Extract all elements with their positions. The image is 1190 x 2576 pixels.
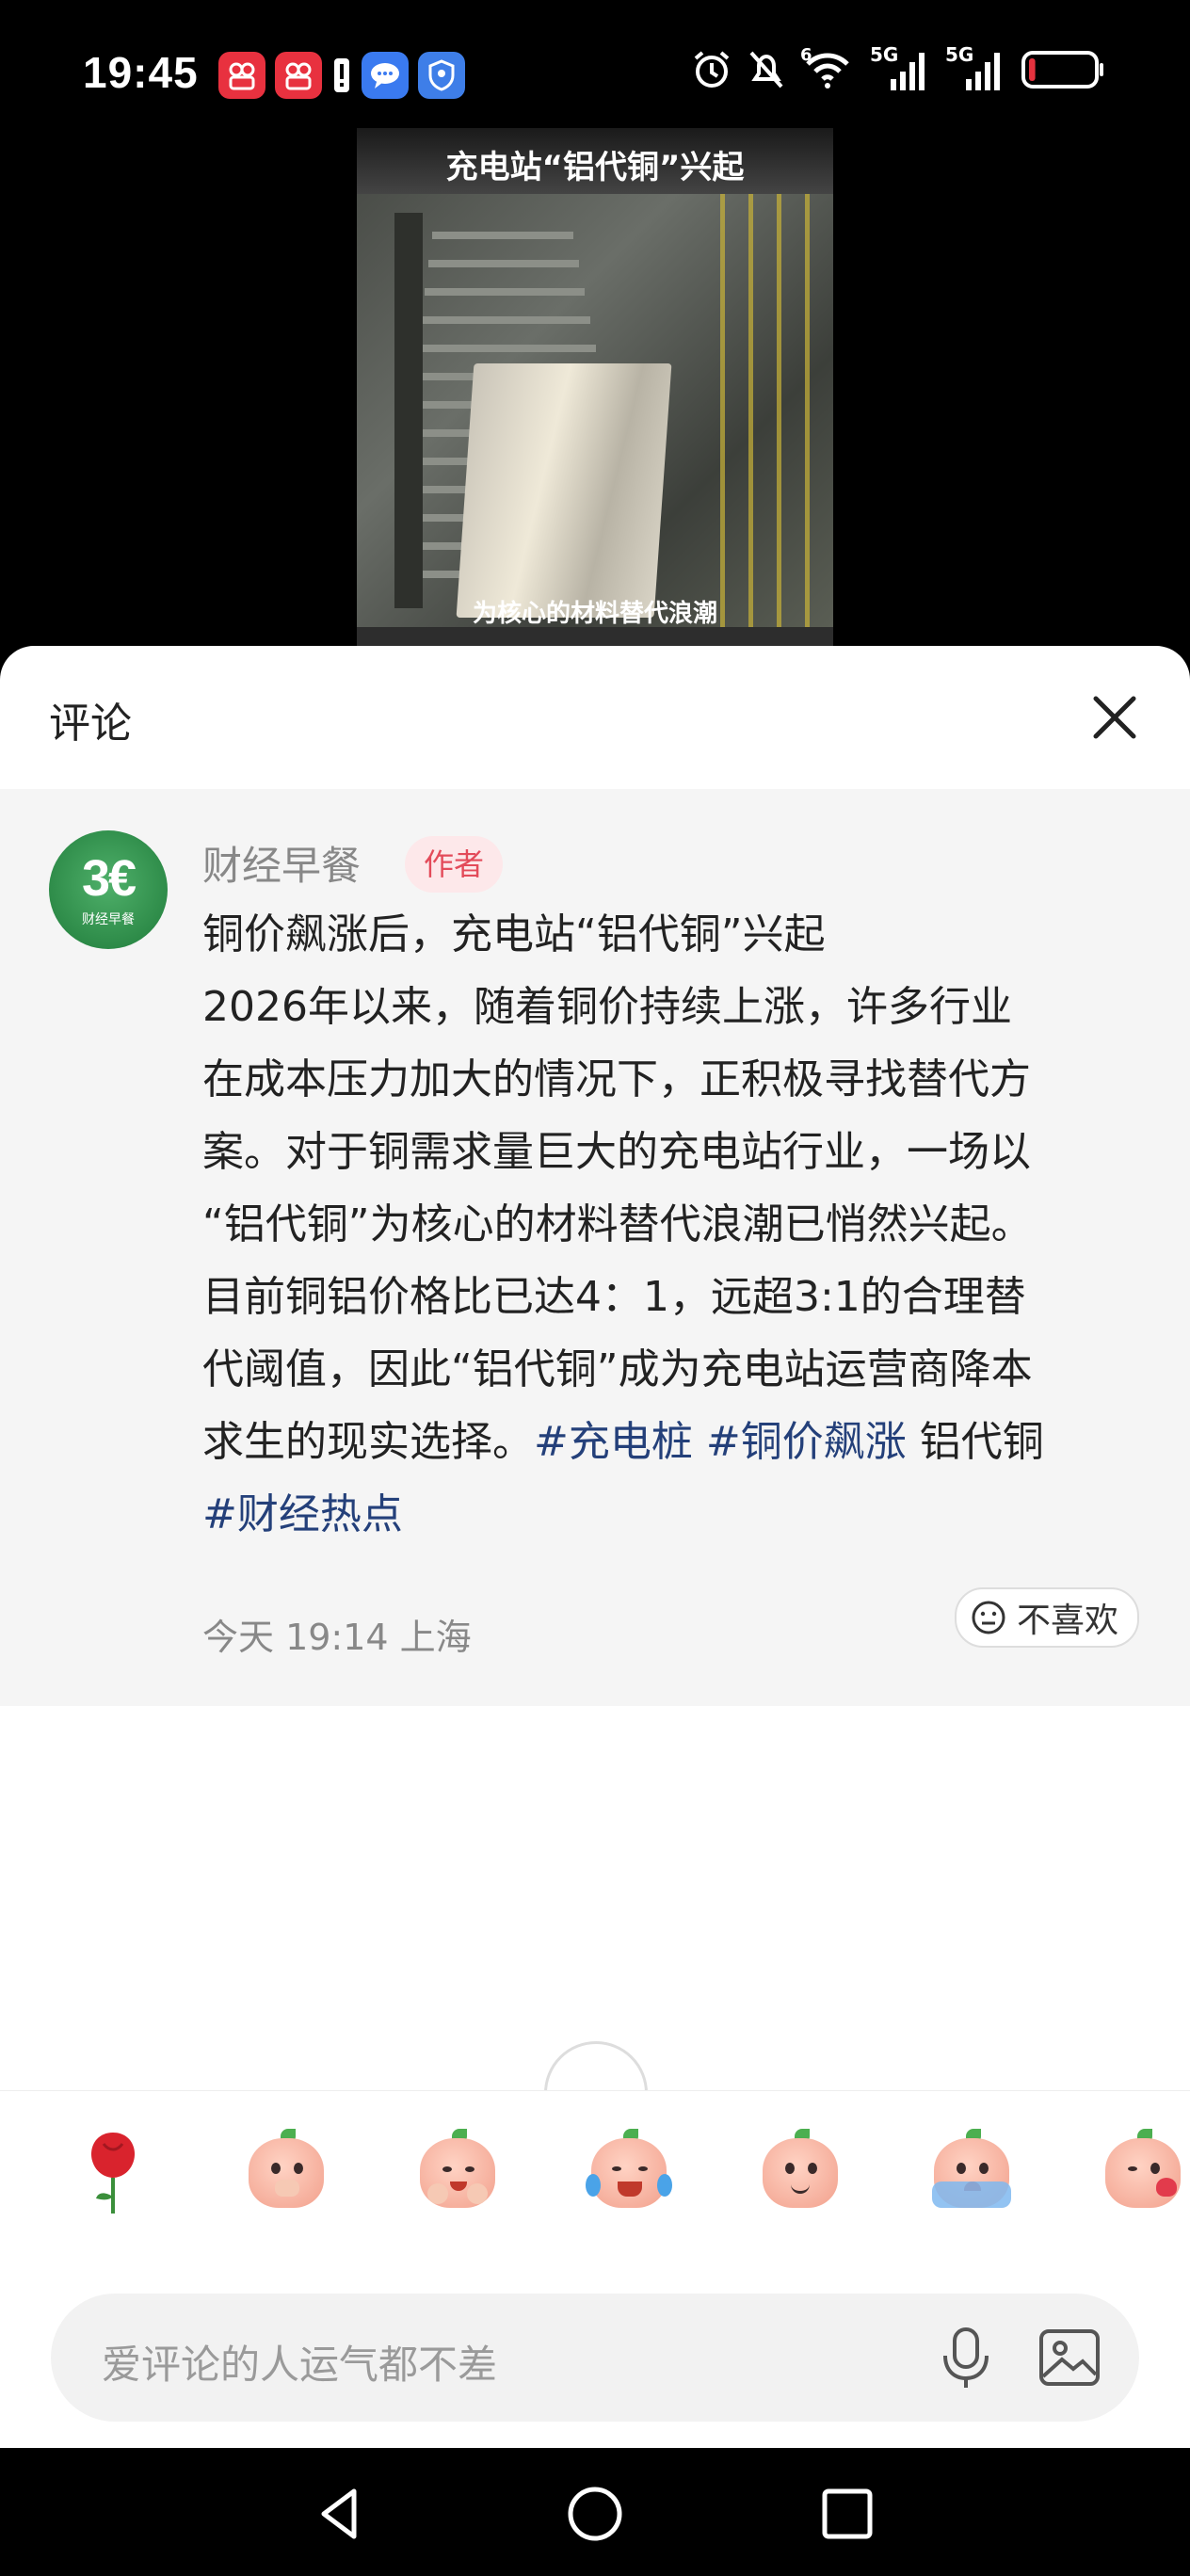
recents-icon[interactable] xyxy=(817,2484,877,2544)
signal-5g-icon: 5G xyxy=(870,43,930,90)
smiling-emoji[interactable] xyxy=(757,2125,844,2212)
video-frame xyxy=(357,194,833,627)
dislike-button[interactable]: 不喜欢 xyxy=(954,1587,1139,1648)
covering-mouth-emoji[interactable] xyxy=(243,2125,330,2212)
image-icon[interactable] xyxy=(1030,2318,1109,2397)
comment-input-placeholder: 爱评论的人运气都不差 xyxy=(102,2342,498,2388)
alarm-icon xyxy=(694,51,730,88)
safety-rail xyxy=(720,194,833,627)
close-icon[interactable] xyxy=(1086,689,1143,746)
rose-icon[interactable] xyxy=(75,2123,151,2217)
hashtag-link[interactable]: #充电桩 xyxy=(534,1418,693,1466)
comment-line: 案。对于铜需求量巨大的充电站行业，一场以 xyxy=(202,1128,1031,1176)
comment-line: “铝代铜”为核心的材料替代浪潮已悄然兴起。 xyxy=(202,1200,1033,1248)
comment-line: 在成本压力加大的情况下，正积极寻找替代方 xyxy=(202,1055,1031,1103)
comment-line: 代阈值，因此“铝代铜”成为充电站运营商降本 xyxy=(202,1345,1033,1393)
wifi-label: 6 xyxy=(800,45,812,65)
video-player[interactable]: 充电站“铝代铜”兴起 为核心的材料替代浪潮 xyxy=(357,128,833,646)
comment-item: 3€ 财经早餐 财经早餐 作者 铜价飙涨后，充电站“铝代铜”兴起 2026年以来… xyxy=(0,789,1190,1706)
system-navigation-bar xyxy=(0,2448,1190,2576)
signal-label-2: 5G xyxy=(945,43,974,66)
kiss-emoji[interactable] xyxy=(1100,2125,1186,2212)
comments-header: 评论 xyxy=(0,646,1190,789)
comment-line: 目前铜铝价格比已达4：1，远超3:1的合理替 xyxy=(202,1273,1026,1321)
avatar[interactable]: 3€ 财经早餐 xyxy=(49,830,168,949)
crying-emoji[interactable] xyxy=(928,2125,1015,2212)
comment-line: 求生的现实选择。#充电桩 #铜价飙涨 铝代铜 xyxy=(202,1406,1153,1478)
battery-low-icon xyxy=(1021,51,1103,89)
status-time: 19:45 xyxy=(83,48,199,97)
avatar-logo: 3€ xyxy=(81,850,137,907)
comment-input[interactable]: 爱评论的人运气都不差 xyxy=(51,2294,1139,2422)
mic-icon[interactable] xyxy=(926,2318,1005,2397)
aluminum-slab xyxy=(456,363,672,618)
author-name[interactable]: 财经早餐 xyxy=(202,834,361,892)
clapping-emoji[interactable] xyxy=(414,2125,501,2212)
author-badge: 作者 xyxy=(405,836,504,893)
signal-5g-icon: 5G xyxy=(945,43,1005,90)
plain-tag: 铝代铜 xyxy=(919,1418,1044,1466)
video-title: 充电站“铝代铜”兴起 xyxy=(445,149,745,186)
comment-line: #财经热点 xyxy=(202,1478,1153,1551)
comment-time-location: 今天 19:14 上海 xyxy=(202,1617,472,1658)
dislike-label: 不喜欢 xyxy=(1016,1602,1118,1640)
video-title-bar: 充电站“铝代铜”兴起 xyxy=(357,128,833,194)
signal-label-1: 5G xyxy=(870,43,899,66)
emoji-bar xyxy=(0,2090,1190,2247)
mute-icon xyxy=(749,51,783,89)
hashtag-link[interactable]: #铜价飙涨 xyxy=(706,1418,907,1466)
hashtag-link[interactable]: #财经热点 xyxy=(202,1490,403,1538)
kuaishou-icon xyxy=(275,52,322,99)
message-icon xyxy=(362,52,409,99)
video-subtitle: 为核心的材料替代浪潮 xyxy=(472,600,717,628)
notification-icons xyxy=(218,52,465,99)
wifi-icon: 6 xyxy=(800,45,855,90)
comment-text: 铜价飙涨后，充电站“铝代铜”兴起 2026年以来，随着铜价持续上涨，许多行业 在… xyxy=(202,898,1153,1551)
kuaishou-icon xyxy=(218,52,265,99)
avatar-logo-text: 财经早餐 xyxy=(82,912,135,927)
security-icon xyxy=(418,52,465,99)
home-icon[interactable] xyxy=(565,2484,625,2544)
laughing-tears-emoji[interactable] xyxy=(586,2125,672,2212)
comments-title: 评论 xyxy=(49,700,132,748)
system-icons: 6 5G 5G xyxy=(691,43,1105,90)
comment-line-text: 求生的现实选择。 xyxy=(202,1418,534,1466)
neutral-face-icon xyxy=(972,1601,1005,1634)
status-bar: 19:45 6 5G 5G xyxy=(0,0,1190,127)
back-icon[interactable] xyxy=(311,2484,371,2544)
comment-line: 铜价飙涨后，充电站“铝代铜”兴起 xyxy=(202,910,826,958)
comment-line: 2026年以来，随着铜价持续上涨，许多行业 xyxy=(202,983,1012,1031)
alert-icon xyxy=(331,52,352,99)
